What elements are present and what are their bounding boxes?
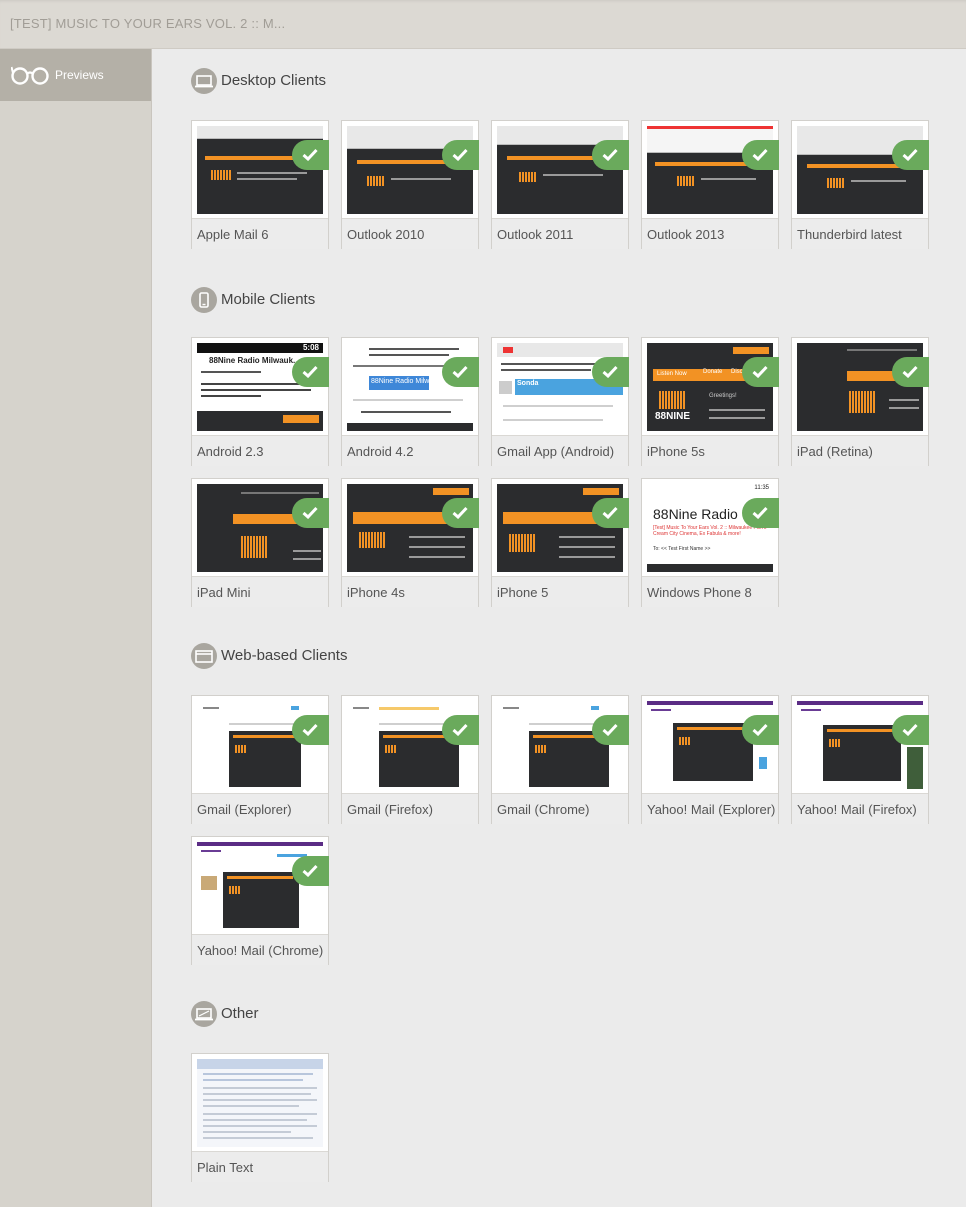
thumb-to: To: << Test First Name >> [653, 546, 711, 552]
check-icon [442, 140, 479, 170]
client-label: Yahoo! Mail (Explorer) [647, 802, 776, 817]
client-label: Yahoo! Mail (Firefox) [797, 802, 917, 817]
section-title: Desktop Clients [221, 72, 327, 89]
client-tile-iphone-5[interactable]: iPhone 5 [491, 478, 629, 607]
thumb-sender: Sonda [517, 380, 539, 387]
sidebar-item-previews[interactable]: Previews [0, 49, 151, 101]
client-tile-yahoo-mail-chrome[interactable]: Yahoo! Mail (Chrome) [191, 836, 329, 965]
client-tile-windows-phone-8[interactable]: 11:35 88Nine Radio [Test] Music To Your … [641, 478, 779, 607]
client-label: iPhone 5s [647, 444, 705, 459]
check-icon [892, 715, 929, 745]
client-tile-iphone-4s[interactable]: iPhone 4s [341, 478, 479, 607]
thumb-sender: 88Nine Radio Milwau... [371, 378, 443, 385]
main-content: Desktop Clients Mobile Clients Web-based… [152, 49, 966, 1207]
page-title: [TEST] MUSIC TO YOUR EARS VOL. 2 :: M... [10, 16, 286, 31]
client-tile-apple-mail-6[interactable]: Apple Mail 6 [191, 120, 329, 249]
thumb-donate: Donate [703, 369, 723, 375]
check-icon [592, 357, 629, 387]
thumb-greeting: Greetings! [709, 393, 737, 399]
client-label: iPad (Retina) [797, 444, 873, 459]
client-tile-gmail-explorer[interactable]: Gmail (Explorer) [191, 695, 329, 824]
check-icon [742, 140, 779, 170]
client-tile-thunderbird-latest[interactable]: Thunderbird latest [791, 120, 929, 249]
check-icon [892, 140, 929, 170]
client-tile-gmail-firefox[interactable]: Gmail (Firefox) [341, 695, 479, 824]
client-label: Gmail (Firefox) [347, 802, 433, 817]
client-label: iPad Mini [197, 585, 251, 600]
client-tile-ipad-retina[interactable]: iPad (Retina) [791, 337, 929, 466]
check-icon [292, 357, 329, 387]
check-icon [442, 357, 479, 387]
client-label: Gmail (Explorer) [197, 802, 292, 817]
check-icon [742, 357, 779, 387]
client-tile-gmail-chrome[interactable]: Gmail (Chrome) [491, 695, 629, 824]
client-tile-plain-text[interactable]: Plain Text [191, 1053, 329, 1182]
client-label: Plain Text [197, 1160, 254, 1175]
section-title: Mobile Clients [221, 291, 316, 308]
check-icon [292, 715, 329, 745]
client-tile-outlook-2013[interactable]: Outlook 2013 [641, 120, 779, 249]
client-tile-yahoo-mail-firefox[interactable]: Yahoo! Mail (Firefox) [791, 695, 929, 824]
thumb-logo: 88NINE [655, 411, 691, 422]
preview-thumbnail [197, 1059, 323, 1147]
client-label: Thunderbird latest [797, 227, 902, 242]
check-icon [292, 140, 329, 170]
client-tile-gmail-app-android[interactable]: Sonda Gmail App (Android) [491, 337, 629, 466]
client-label: Outlook 2010 [347, 227, 425, 242]
browser-icon [191, 643, 217, 669]
client-label: iPhone 5 [497, 585, 549, 600]
thumb-sender: 88Nine Radio [653, 506, 738, 522]
client-label: Yahoo! Mail (Chrome) [197, 943, 324, 958]
status-time: 5:08 [302, 343, 319, 352]
plain-text-icon [191, 1001, 217, 1027]
status-time: 11:35 [754, 485, 769, 491]
client-tile-outlook-2010[interactable]: Outlook 2010 [341, 120, 479, 249]
check-icon [292, 498, 329, 528]
section-title: Web-based Clients [221, 647, 348, 664]
client-tile-iphone-5s[interactable]: Listen Now Donate Discover 88NINE Greeti… [641, 337, 779, 466]
check-icon [592, 715, 629, 745]
sidebar-item-label: Previews [55, 68, 104, 82]
client-label: Android 2.3 [197, 444, 264, 459]
glasses-icon [10, 65, 49, 90]
client-label: Outlook 2011 [497, 227, 574, 242]
sidebar: Previews [0, 49, 152, 1207]
client-label: iPhone 4s [347, 585, 405, 600]
section-title: Other [221, 1005, 259, 1022]
client-tile-yahoo-mail-explorer[interactable]: Yahoo! Mail (Explorer) [641, 695, 779, 824]
check-icon [292, 856, 329, 886]
check-icon [592, 498, 629, 528]
check-icon [592, 140, 629, 170]
client-label: Gmail App (Android) [497, 444, 615, 459]
client-label: Android 4.2 [347, 444, 414, 459]
top-bar: [TEST] MUSIC TO YOUR EARS VOL. 2 :: M... [0, 0, 966, 49]
client-tile-android-2-3[interactable]: 5:08 88Nine Radio Milwauk... Android 2.3 [191, 337, 329, 466]
client-label: Apple Mail 6 [197, 227, 269, 242]
client-tile-android-4-2[interactable]: 88Nine Radio Milwau... Android 4.2 [341, 337, 479, 466]
thumb-sender: 88Nine Radio Milwauk... [209, 356, 300, 365]
check-icon [892, 357, 929, 387]
thumb-listen: Listen Now [657, 371, 687, 377]
client-tile-ipad-mini[interactable]: iPad Mini [191, 478, 329, 607]
check-icon [442, 498, 479, 528]
client-label: Windows Phone 8 [647, 585, 752, 600]
desktop-icon [191, 68, 217, 94]
client-label: Gmail (Chrome) [497, 802, 590, 817]
client-tile-outlook-2011[interactable]: Outlook 2011 [491, 120, 629, 249]
client-label: Outlook 2013 [647, 227, 725, 242]
check-icon [742, 498, 779, 528]
check-icon [742, 715, 779, 745]
check-icon [442, 715, 479, 745]
mobile-icon [191, 287, 217, 313]
